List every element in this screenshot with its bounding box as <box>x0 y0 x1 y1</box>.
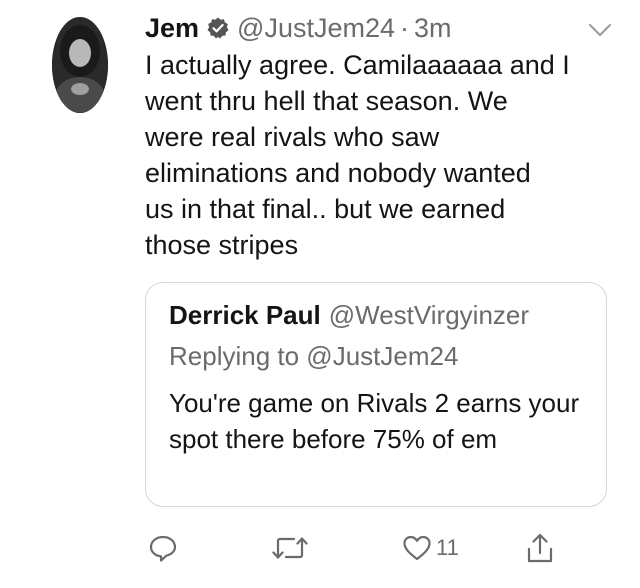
quoted-tweet-text: You're game on Rivals 2 earns your spot … <box>169 388 580 454</box>
tweet-text: I actually agree. Camilaaaaaa and I went… <box>145 50 570 260</box>
separator-dot: · <box>400 12 410 43</box>
avatar-photo <box>52 17 108 113</box>
tweet: Jem @JustJem24 · 3m I actually agree. Ca… <box>0 0 640 588</box>
action-bar: 11 <box>0 528 640 568</box>
chevron-down-icon[interactable] <box>588 22 612 38</box>
replying-to-label: Replying to @JustJem24 <box>169 341 459 371</box>
author-name[interactable]: Jem <box>145 13 199 44</box>
quoted-tweet[interactable]: Derrick Paul @WestVirgyinzer Replying to … <box>145 282 607 507</box>
share-button[interactable] <box>526 528 554 568</box>
avatar[interactable] <box>52 17 108 113</box>
share-icon <box>526 532 554 564</box>
heart-icon <box>402 534 432 562</box>
quoted-author-handle: @WestVirgyinzer <box>328 300 530 330</box>
retweet-button[interactable] <box>272 528 308 568</box>
retweet-icon <box>272 533 308 563</box>
like-button[interactable]: 11 <box>402 528 459 568</box>
reply-button[interactable] <box>148 528 178 568</box>
reply-icon <box>148 533 178 563</box>
tweet-header: Jem @JustJem24 · 3m <box>145 10 452 46</box>
quoted-author-name: Derrick Paul <box>169 300 321 330</box>
quoted-tweet-header: Derrick Paul @WestVirgyinzer <box>169 300 529 331</box>
verified-badge-icon <box>206 16 230 40</box>
like-count: 11 <box>436 535 459 560</box>
timestamp[interactable]: 3m <box>414 13 452 44</box>
author-handle[interactable]: @JustJem24 <box>237 13 395 44</box>
